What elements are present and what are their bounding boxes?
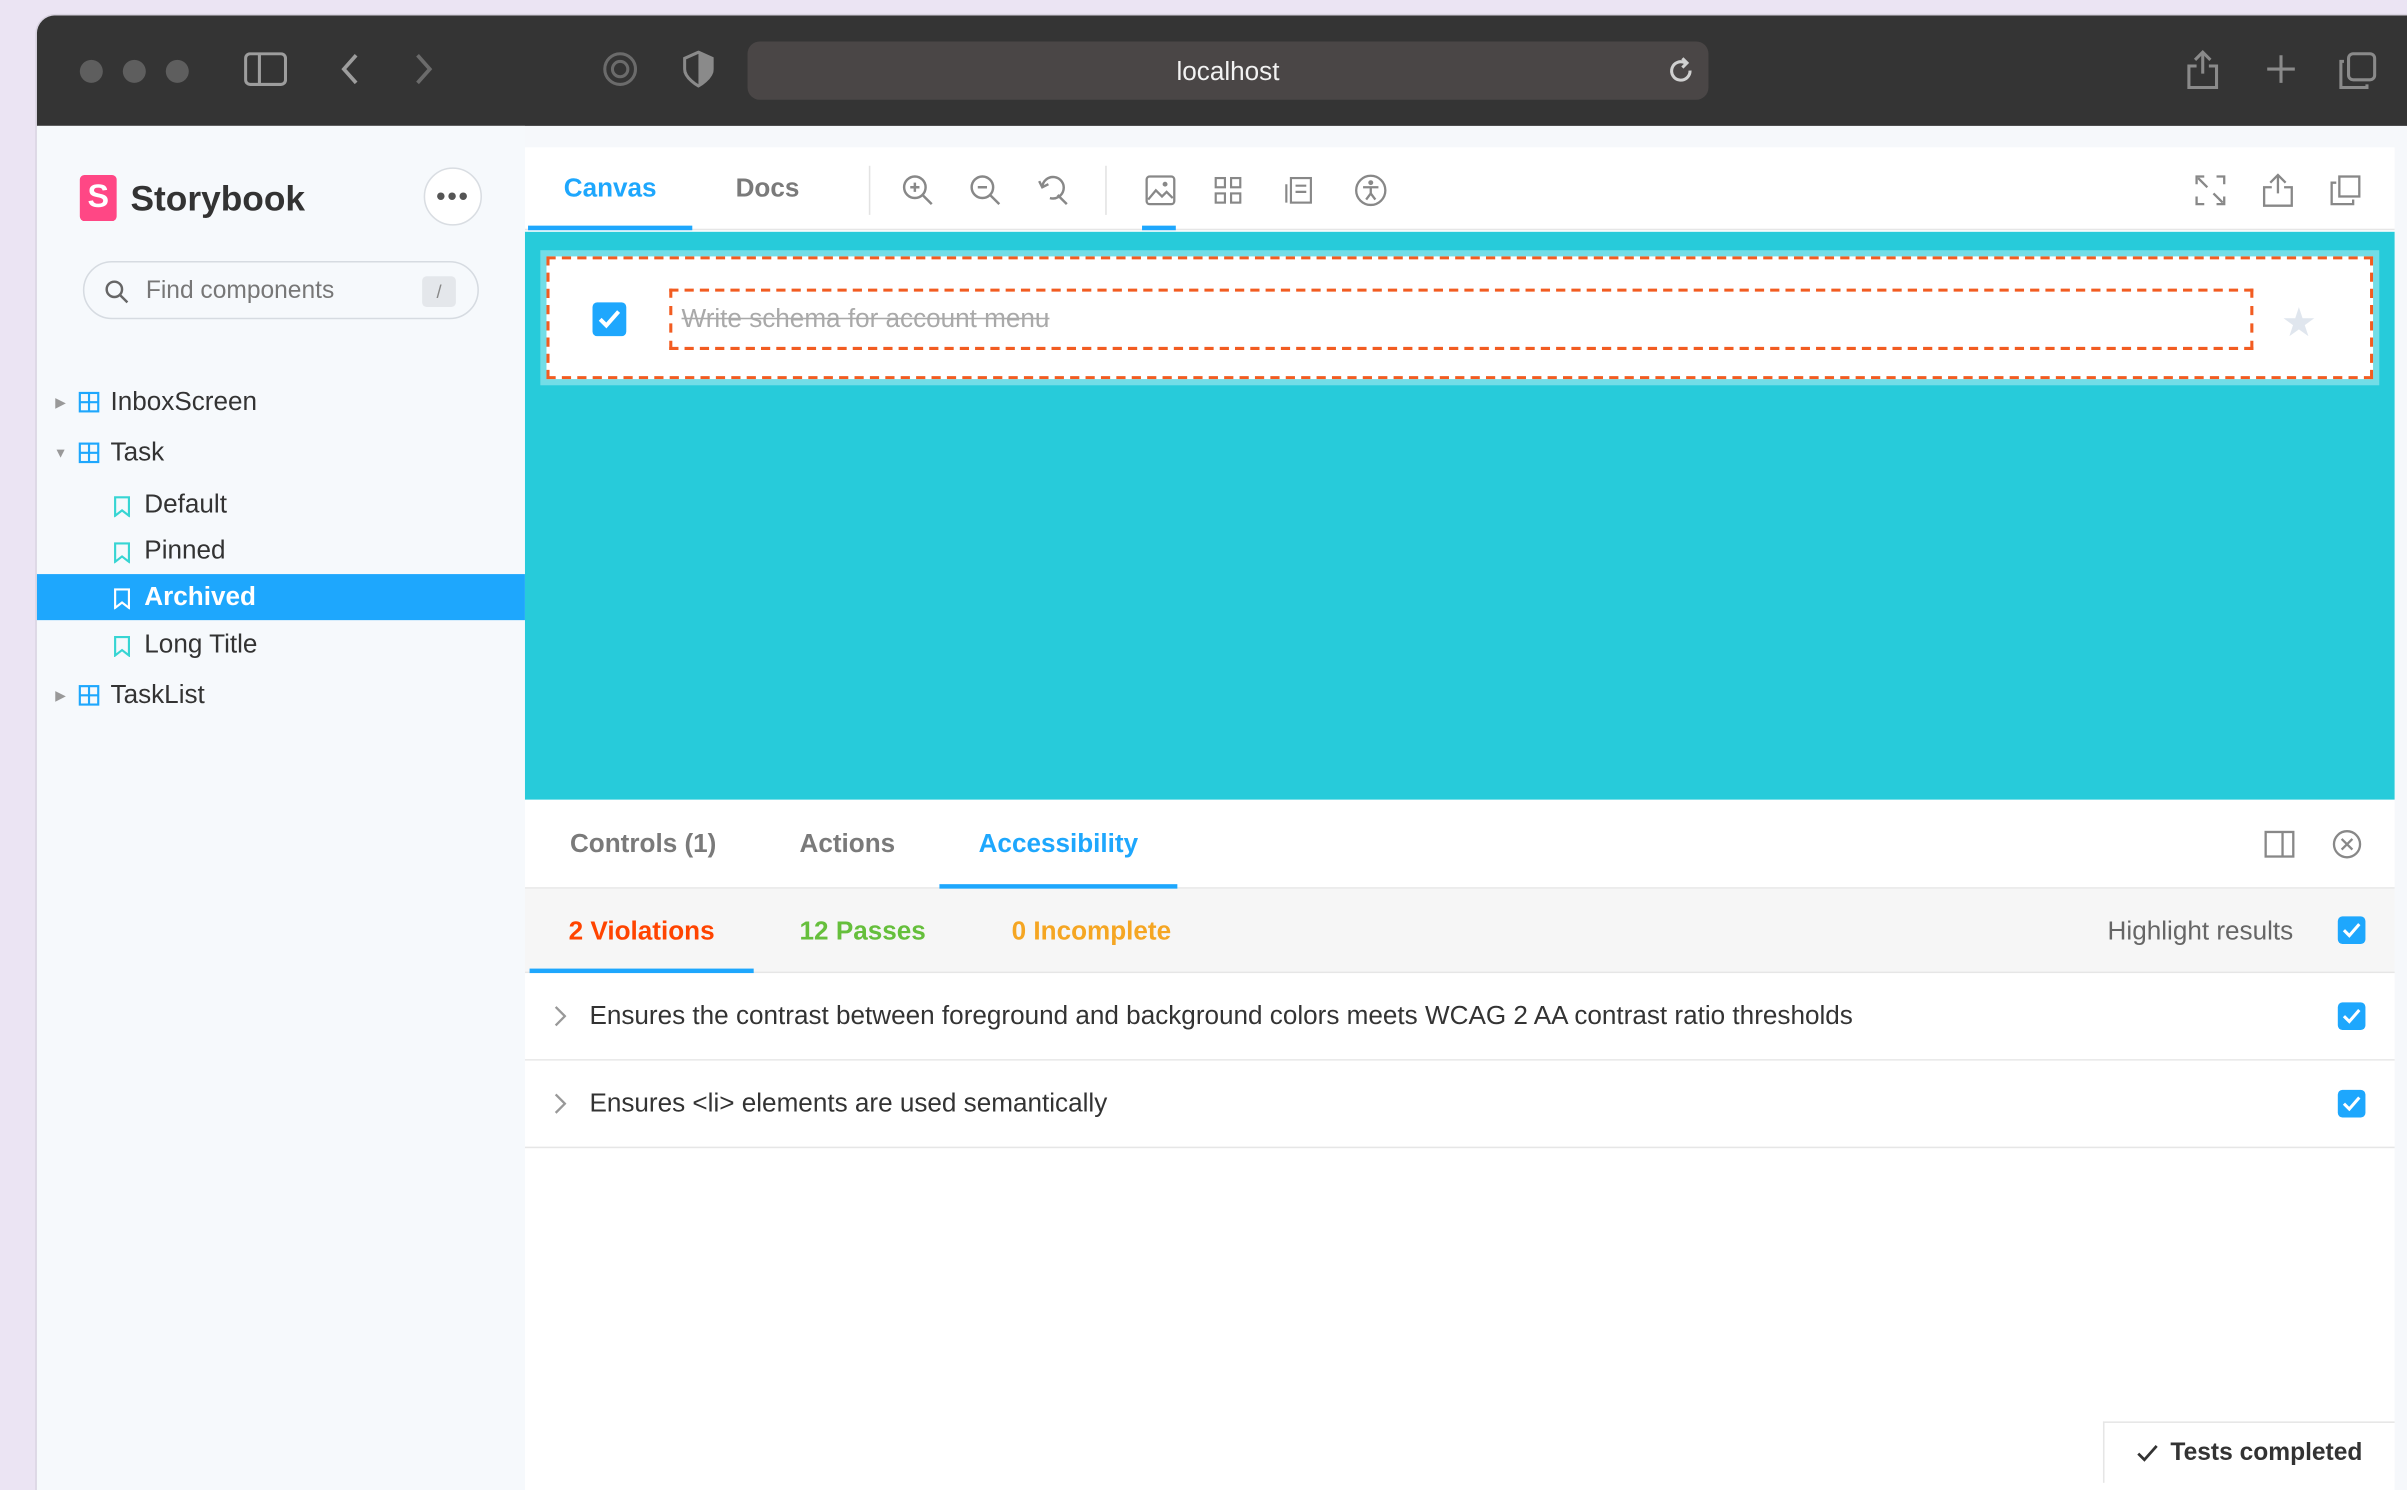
tests-status: Tests completed — [2102, 1421, 2395, 1483]
check-icon — [2137, 1444, 2158, 1462]
bookmark-icon — [111, 540, 132, 565]
task-title-input[interactable]: Write schema for account menu — [669, 288, 2254, 350]
tab-canvas[interactable]: Canvas — [528, 147, 693, 231]
caret-right-icon: ▶ — [55, 393, 66, 410]
tree-item-label: Long Title — [144, 629, 258, 659]
component-icon — [77, 390, 102, 415]
address-bar[interactable]: localhost — [747, 41, 1709, 100]
toolbar-divider — [868, 165, 871, 215]
rule-highlight-checkbox[interactable] — [2337, 1089, 2366, 1118]
highlight-results-checkbox[interactable] — [2337, 916, 2366, 945]
outline-icon[interactable] — [1280, 172, 1317, 209]
accessibility-icon[interactable] — [1352, 172, 1389, 209]
rule-row[interactable]: Ensures <li> elements are used semantica… — [524, 1060, 2395, 1149]
tree-item-tasklist[interactable]: ▶ TaskList — [37, 672, 525, 718]
tree-item-label: Task — [110, 437, 165, 467]
tab-passes[interactable]: 12 Passes — [771, 889, 955, 973]
storybook-logo-icon: S — [79, 174, 117, 222]
star-icon[interactable]: ★ — [2281, 299, 2317, 347]
zoom-in-icon[interactable] — [900, 172, 937, 209]
open-new-tab-icon[interactable] — [2260, 172, 2297, 209]
toolbar-divider — [1105, 165, 1107, 215]
grid-icon[interactable] — [1210, 172, 1247, 209]
tree-item-label: Default — [144, 489, 227, 519]
new-tab-icon[interactable] — [2261, 49, 2301, 89]
privacy-icon[interactable] — [600, 49, 640, 89]
caret-right-icon: ▶ — [55, 686, 66, 703]
browser-window: localhost S Storybook ••• Find component… — [36, 15, 2407, 1490]
tests-status-label: Tests completed — [2170, 1439, 2363, 1466]
tree-item-label: TaskList — [110, 680, 205, 710]
close-window-button[interactable] — [79, 59, 103, 83]
url-text: localhost — [1176, 56, 1280, 86]
shield-icon[interactable] — [678, 49, 718, 89]
bookmark-icon — [111, 494, 132, 519]
chevron-right-icon[interactable] — [550, 1091, 568, 1116]
tab-actions[interactable]: Actions — [771, 800, 925, 889]
storybook-brand[interactable]: S Storybook — [79, 174, 306, 222]
rule-description: Ensures the contrast between foreground … — [589, 1000, 1853, 1030]
highlight-results-label: Highlight results — [2107, 916, 2294, 946]
tree-item-archived[interactable]: Archived — [36, 574, 525, 621]
sidebar-toggle-icon[interactable] — [243, 49, 289, 89]
tree-item-long-title[interactable]: Long Title — [37, 622, 525, 668]
share-icon[interactable] — [2183, 46, 2223, 92]
brand-name: Storybook — [130, 177, 306, 218]
storybook-sidebar: S Storybook ••• Find components / ▶ Inbo… — [36, 125, 525, 1490]
preview-panel: Canvas Docs Write schema for account men… — [524, 147, 2395, 1490]
zoom-window-button[interactable] — [165, 59, 189, 83]
tab-violations[interactable]: 2 Violations — [529, 889, 754, 974]
search-shortcut-key: / — [422, 276, 456, 307]
component-icon — [77, 683, 102, 708]
reload-icon[interactable] — [1665, 55, 1696, 86]
rule-description: Ensures <li> elements are used semantica… — [589, 1088, 1108, 1118]
zoom-out-icon[interactable] — [967, 172, 1004, 209]
tab-controls[interactable]: Controls (1) — [528, 800, 758, 889]
story-canvas: Write schema for account menu ★ — [524, 231, 2395, 800]
tree-item-inboxscreen[interactable]: ▶ InboxScreen — [37, 379, 525, 425]
tree-item-default[interactable]: Default — [37, 482, 525, 528]
a11y-results-bar: 2 Violations 12 Passes 0 Incomplete High… — [524, 888, 2395, 974]
addons-panel-tabs: Controls (1) Actions Accessibility — [524, 799, 2395, 889]
page: localhost S Storybook ••• Find component… — [0, 0, 2407, 1490]
browser-titlebar: localhost — [36, 15, 2407, 126]
tree-item-label: Pinned — [144, 535, 226, 565]
tree-item-task[interactable]: ▼ Task — [37, 430, 525, 476]
chevron-right-icon[interactable] — [550, 1004, 568, 1029]
tab-incomplete[interactable]: 0 Incomplete — [973, 889, 1209, 973]
tab-overview-icon[interactable] — [2336, 49, 2379, 92]
back-icon[interactable] — [335, 49, 366, 89]
rule-row[interactable]: Ensures the contrast between foreground … — [524, 973, 2395, 1061]
tree-item-label: InboxScreen — [110, 386, 258, 416]
background-image-icon[interactable] — [1142, 172, 1179, 209]
caret-down-icon: ▼ — [53, 445, 68, 461]
tree-item-pinned[interactable]: Pinned — [37, 528, 525, 574]
sidebar-menu-button[interactable]: ••• — [423, 167, 482, 226]
bookmark-icon — [111, 634, 132, 659]
close-panel-icon[interactable] — [2330, 827, 2364, 861]
bookmark-icon — [111, 586, 132, 611]
copy-link-icon[interactable] — [2327, 172, 2364, 209]
fullscreen-icon[interactable] — [2192, 172, 2229, 209]
tab-docs[interactable]: Docs — [700, 147, 835, 230]
zoom-reset-icon[interactable] — [1035, 172, 1072, 209]
background-active-indicator — [1142, 225, 1176, 231]
search-icon — [103, 278, 131, 306]
task-item[interactable]: Write schema for account menu ★ — [540, 250, 2380, 386]
preview-toolbar: Canvas Docs — [524, 147, 2395, 231]
search-input[interactable]: Find components / — [82, 260, 479, 320]
rule-highlight-checkbox[interactable] — [2337, 1002, 2366, 1030]
tree-item-label: Archived — [144, 581, 256, 611]
search-placeholder: Find components — [145, 277, 335, 304]
task-checkbox[interactable] — [592, 302, 627, 337]
tab-accessibility[interactable]: Accessibility — [939, 800, 1178, 889]
panel-orientation-icon[interactable] — [2263, 827, 2297, 861]
component-icon — [77, 441, 102, 466]
minimize-window-button[interactable] — [122, 59, 146, 83]
forward-icon[interactable] — [408, 49, 439, 89]
